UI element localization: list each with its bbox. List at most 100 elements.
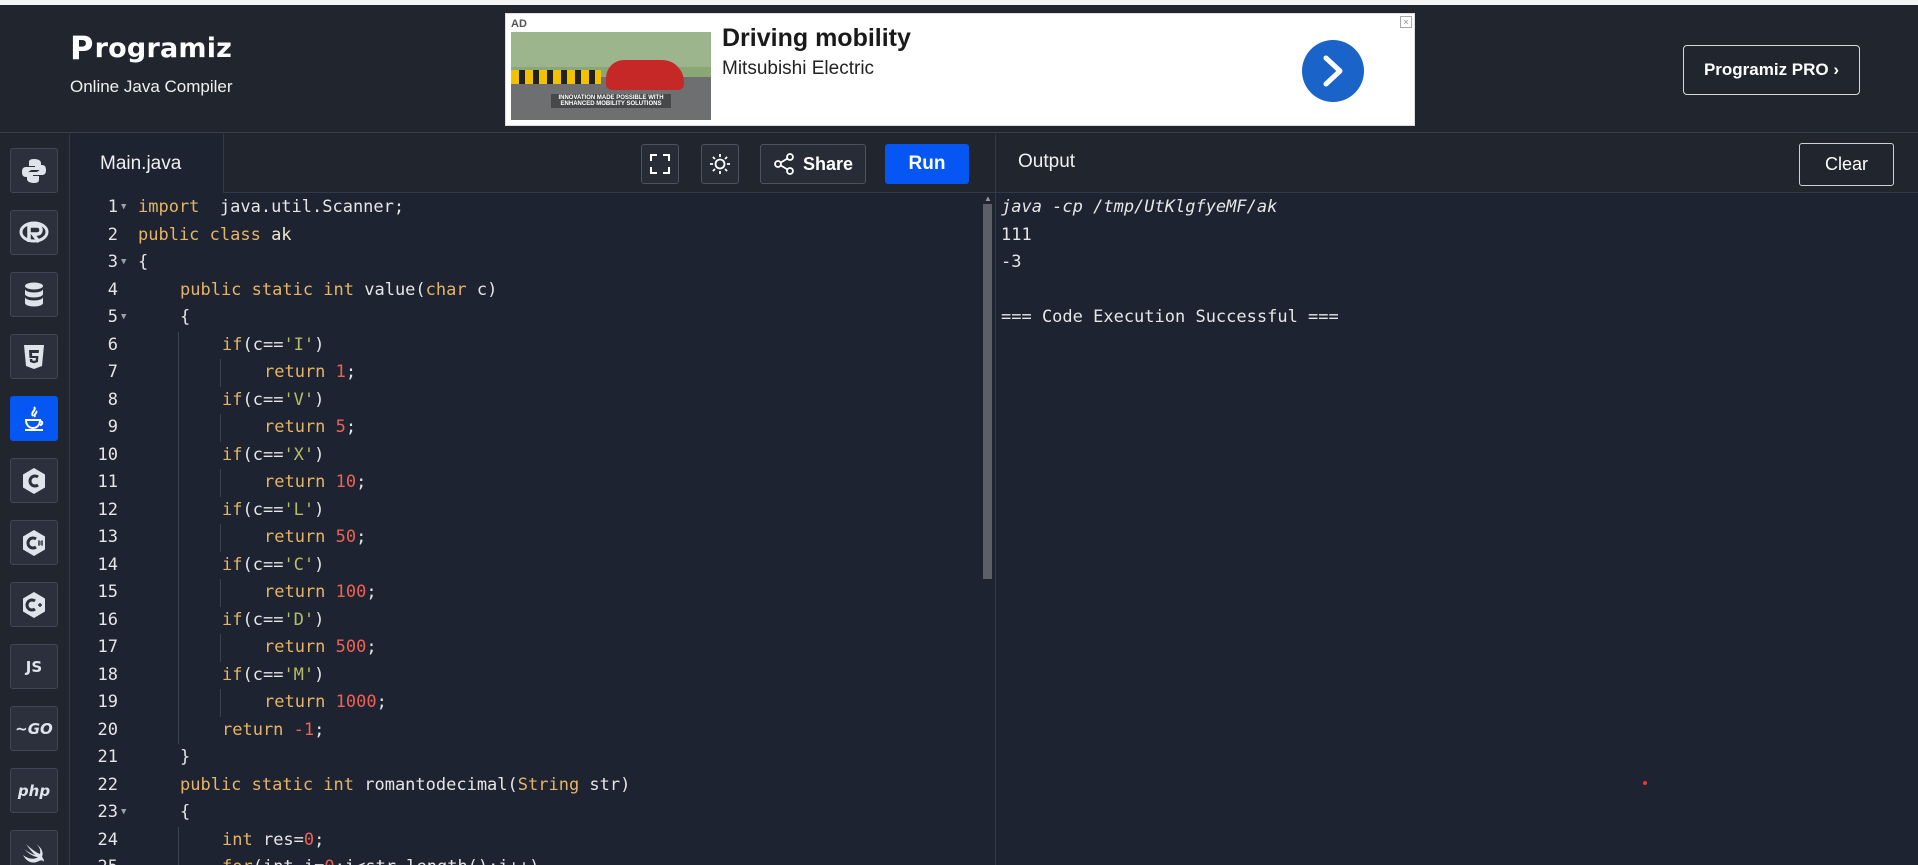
indent-guide bbox=[220, 689, 221, 717]
lang-go-button[interactable]: ~GO bbox=[10, 706, 58, 751]
share-label: Share bbox=[802, 153, 853, 174]
lang-c-button[interactable] bbox=[10, 458, 58, 503]
code-text: { bbox=[138, 249, 148, 277]
logo-initial: P bbox=[70, 29, 94, 67]
fullscreen-button[interactable] bbox=[641, 144, 679, 184]
code-token: ) bbox=[314, 444, 325, 465]
code-line: 9 return 5; bbox=[70, 414, 970, 442]
python-icon bbox=[22, 158, 46, 183]
code-token: return bbox=[264, 582, 326, 602]
line-number: 20 bbox=[97, 719, 118, 740]
lang-sql-button[interactable] bbox=[10, 272, 58, 317]
lang-swift-button[interactable] bbox=[10, 830, 58, 865]
lang-csharp-button[interactable] bbox=[10, 520, 58, 565]
code-token: 'L' bbox=[283, 499, 315, 520]
file-tab-main-java[interactable]: Main.java bbox=[70, 134, 224, 193]
code-token: str) bbox=[579, 774, 631, 795]
line-number: 19 bbox=[97, 692, 118, 712]
code-line: 5 ▼ { bbox=[70, 304, 970, 332]
lang-js-button[interactable]: JS bbox=[10, 644, 58, 689]
editor-scrollbar[interactable] bbox=[983, 204, 992, 579]
code-line: 16 if(c=='D') bbox=[70, 606, 970, 635]
code-token: ; bbox=[366, 582, 377, 602]
ad-title[interactable]: Driving mobility bbox=[722, 24, 911, 53]
lang-html-button[interactable] bbox=[10, 334, 58, 379]
code-line: 23 ▼ { bbox=[70, 799, 970, 827]
java-icon bbox=[24, 405, 44, 431]
code-token: return bbox=[264, 362, 326, 382]
chevron-right-icon bbox=[1323, 55, 1343, 87]
code-token: value( bbox=[354, 279, 426, 300]
brand[interactable]: Programiz Online Java Compiler bbox=[70, 29, 233, 97]
ad-image[interactable]: INNOVATION MADE POSSIBLE WITH ENHANCED M… bbox=[511, 32, 711, 120]
code-token: ) bbox=[314, 389, 325, 410]
code-text: if(c=='L') bbox=[222, 497, 324, 525]
code-token: 'M' bbox=[283, 664, 315, 685]
line-number: 1 bbox=[107, 197, 118, 217]
code-token: = bbox=[293, 829, 304, 850]
lang-php-button[interactable]: php bbox=[10, 768, 58, 813]
output-console[interactable]: java -cp /tmp/UtKlgfyeMF/ak 111 -3 === C… bbox=[1001, 194, 1901, 332]
output-status-line: === Code Execution Successful === bbox=[1001, 307, 1339, 327]
code-text: import java.util.Scanner; bbox=[138, 194, 404, 222]
lang-cpp-button[interactable] bbox=[10, 582, 58, 627]
lang-r-button[interactable] bbox=[10, 210, 58, 255]
code-line: 11 return 10; bbox=[70, 469, 970, 497]
lang-python-button[interactable] bbox=[10, 148, 58, 193]
code-text: if(c=='D') bbox=[222, 607, 324, 635]
clear-button[interactable]: Clear bbox=[1799, 143, 1894, 186]
fold-arrow-icon[interactable]: ▼ bbox=[121, 249, 126, 277]
php-label: php bbox=[17, 781, 51, 800]
code-token: (c== bbox=[242, 389, 284, 410]
advertisement-banner[interactable]: AD INNOVATION MADE POSSIBLE WITH ENHANCE… bbox=[505, 13, 1415, 126]
code-token: if bbox=[222, 554, 243, 575]
editor-panel: Main.java Share Run ▲ 1 ▼ import java.util… bbox=[70, 134, 995, 865]
ad-image-barrier bbox=[511, 70, 601, 84]
code-token: if bbox=[222, 664, 243, 685]
code-token: 1000 bbox=[325, 692, 377, 712]
cpp-icon bbox=[23, 591, 45, 618]
lang-java-button[interactable] bbox=[10, 396, 58, 441]
line-number: 17 bbox=[97, 637, 118, 657]
line-number: 22 bbox=[97, 774, 118, 795]
line-number: 7 bbox=[107, 362, 118, 382]
indent-guide bbox=[178, 496, 179, 524]
programiz-logo[interactable]: Programiz bbox=[70, 29, 233, 67]
line-number: 6 bbox=[107, 334, 118, 355]
code-text: public static int value(char c) bbox=[180, 277, 497, 305]
indent-guide bbox=[178, 826, 179, 854]
code-token: char bbox=[425, 279, 467, 300]
ad-image-car bbox=[606, 60, 684, 90]
code-line: 21} bbox=[70, 744, 970, 772]
code-line: 3 ▼ { bbox=[70, 249, 970, 277]
fold-arrow-icon[interactable]: ▼ bbox=[121, 194, 126, 222]
ad-close-icon[interactable]: × bbox=[1400, 16, 1412, 28]
code-text: public static int romantodecimal(String … bbox=[180, 772, 630, 800]
code-token: 'D' bbox=[283, 609, 315, 630]
programiz-pro-button[interactable]: Programiz PRO › bbox=[1683, 45, 1860, 95]
code-token: if bbox=[222, 444, 243, 465]
sun-icon bbox=[710, 154, 730, 174]
code-text: } bbox=[180, 744, 190, 772]
share-button[interactable]: Share bbox=[760, 144, 866, 184]
code-editor[interactable]: ▲ 1 ▼ import java.util.Scanner; 2 public cla… bbox=[70, 194, 995, 865]
line-number: 21 bbox=[97, 747, 118, 767]
fold-arrow-icon[interactable]: ▼ bbox=[121, 304, 126, 332]
code-line: 17 return 500; bbox=[70, 634, 970, 662]
code-token: c) bbox=[466, 279, 498, 300]
line-number: 24 bbox=[97, 829, 118, 850]
code-line: 10 if(c=='X') bbox=[70, 441, 970, 469]
ad-subtitle: Mitsubishi Electric bbox=[722, 58, 875, 79]
fold-arrow-icon[interactable]: ▼ bbox=[121, 799, 126, 827]
run-button[interactable]: Run bbox=[885, 144, 969, 184]
js-label: JS bbox=[25, 657, 43, 676]
code-token: ; bbox=[376, 692, 387, 712]
code-token: { bbox=[180, 307, 191, 327]
indent-guide bbox=[178, 359, 179, 387]
theme-toggle-button[interactable] bbox=[701, 144, 739, 184]
code-token: ; bbox=[356, 527, 367, 547]
code-token: 'I' bbox=[283, 334, 315, 355]
scroll-up-arrow-icon[interactable]: ▲ bbox=[984, 194, 992, 203]
ad-arrow-button[interactable] bbox=[1302, 40, 1364, 102]
output-title: Output bbox=[1018, 151, 1076, 172]
